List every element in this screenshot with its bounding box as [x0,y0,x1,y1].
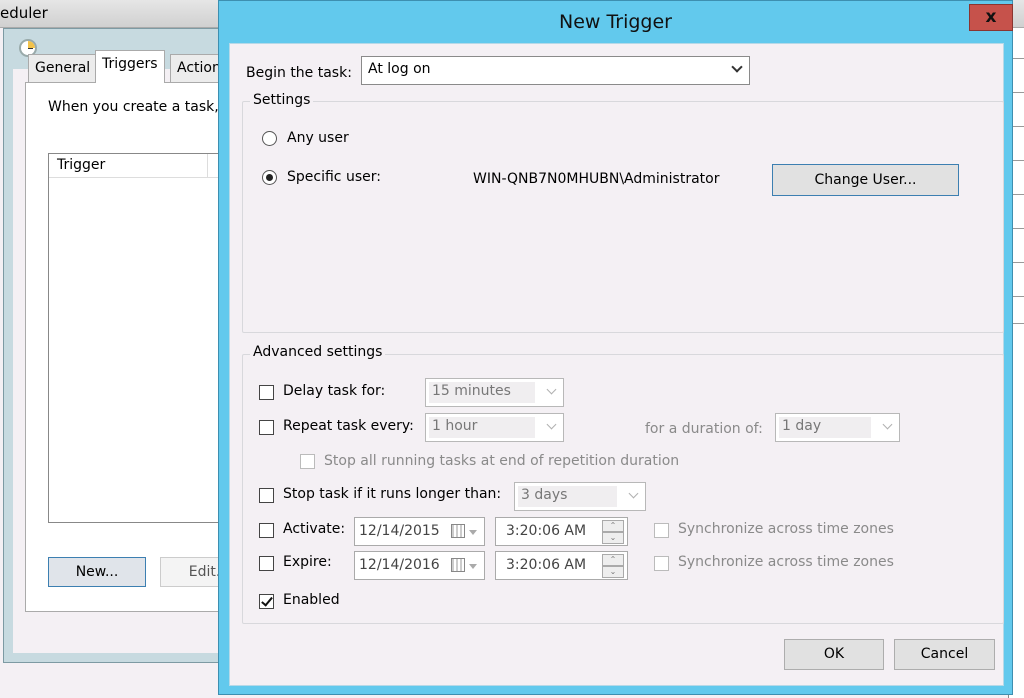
delay-task-label: Delay task for: [283,383,386,399]
time-up-spinner[interactable]: ⌃ [602,520,624,532]
repeat-task-select[interactable]: 1 hour [425,413,564,442]
calendar-icon [451,524,465,538]
cancel-button[interactable]: Cancel [894,639,995,670]
time-down-spinner[interactable]: ⌄ [602,566,624,578]
duration-select[interactable]: 1 day [775,413,900,442]
background-window-title: eduler [0,4,48,22]
ok-button[interactable]: OK [784,639,884,670]
expire-date-picker[interactable]: 12/14/2016 [354,551,485,580]
change-user-button[interactable]: Change User... [772,164,959,196]
settings-group [242,101,1004,333]
expire-checkbox[interactable] [259,556,274,571]
specific-user-radio[interactable] [262,170,277,185]
time-up-spinner[interactable]: ⌃ [602,554,624,566]
expire-sync-checkbox[interactable] [654,556,669,571]
enabled-checkbox[interactable] [259,594,274,609]
expire-time-field[interactable]: 3:20:06 AM ⌃ ⌄ [495,551,628,580]
chevron-down-icon [882,419,893,430]
delay-task-checkbox[interactable] [259,385,274,400]
delay-task-select[interactable]: 15 minutes [425,378,564,407]
chevron-down-icon [546,384,557,395]
dialog-title: New Trigger [558,11,672,33]
any-user-radio[interactable] [262,131,277,146]
repeat-task-label: Repeat task every: [283,418,414,434]
close-icon: x [985,7,997,27]
repeat-task-checkbox[interactable] [259,420,274,435]
expire-label: Expire: [283,554,332,570]
stop-all-tasks-checkbox[interactable] [300,454,315,469]
begin-task-select[interactable]: At log on [361,56,750,85]
chevron-down-icon [546,419,557,430]
dropdown-arrow-icon [469,530,477,535]
tab-general[interactable]: General [28,54,98,82]
time-down-spinner[interactable]: ⌄ [602,532,624,544]
duration-label: for a duration of: [645,421,763,437]
triggers-description: When you create a task, [48,99,219,115]
stop-all-tasks-label: Stop all running tasks at end of repetit… [324,453,680,469]
begin-task-label: Begin the task: [246,65,352,81]
tab-actions[interactable]: Action [170,54,220,82]
chevron-down-icon [731,61,743,73]
stop-task-longer-label: Stop task if it runs longer than: [283,486,502,502]
enabled-label: Enabled [283,592,340,608]
stop-task-longer-checkbox[interactable] [259,488,274,503]
new-trigger-button[interactable]: New... [48,557,146,587]
activate-label: Activate: [283,521,346,537]
activate-checkbox[interactable] [259,523,274,538]
dialog-body: Begin the task: At log on Settings Any u… [229,43,1004,686]
activate-sync-label: Synchronize across time zones [678,521,894,537]
activate-sync-checkbox[interactable] [654,523,669,538]
close-button[interactable]: x [969,4,1013,31]
specific-user-label: Specific user: [287,169,381,185]
activate-time-field[interactable]: 3:20:06 AM ⌃ ⌄ [495,517,628,546]
dropdown-arrow-icon [469,564,477,569]
stop-task-longer-select[interactable]: 3 days [514,482,646,511]
settings-title: Settings [250,92,314,108]
expire-sync-label: Synchronize across time zones [678,554,894,570]
activate-date-picker[interactable]: 12/14/2015 [354,517,485,546]
any-user-label: Any user [287,130,349,146]
user-account-value: WIN-QNB7N0MHUBN\Administrator [473,171,720,187]
chevron-down-icon [628,488,639,499]
calendar-icon [451,558,465,572]
triggers-panel: When you create a task, Trigger New... E… [25,82,258,612]
new-trigger-dialog: New Trigger x Begin the task: At log on … [218,0,1013,695]
tab-triggers[interactable]: Triggers [95,50,165,83]
advanced-settings-title: Advanced settings [250,344,386,360]
